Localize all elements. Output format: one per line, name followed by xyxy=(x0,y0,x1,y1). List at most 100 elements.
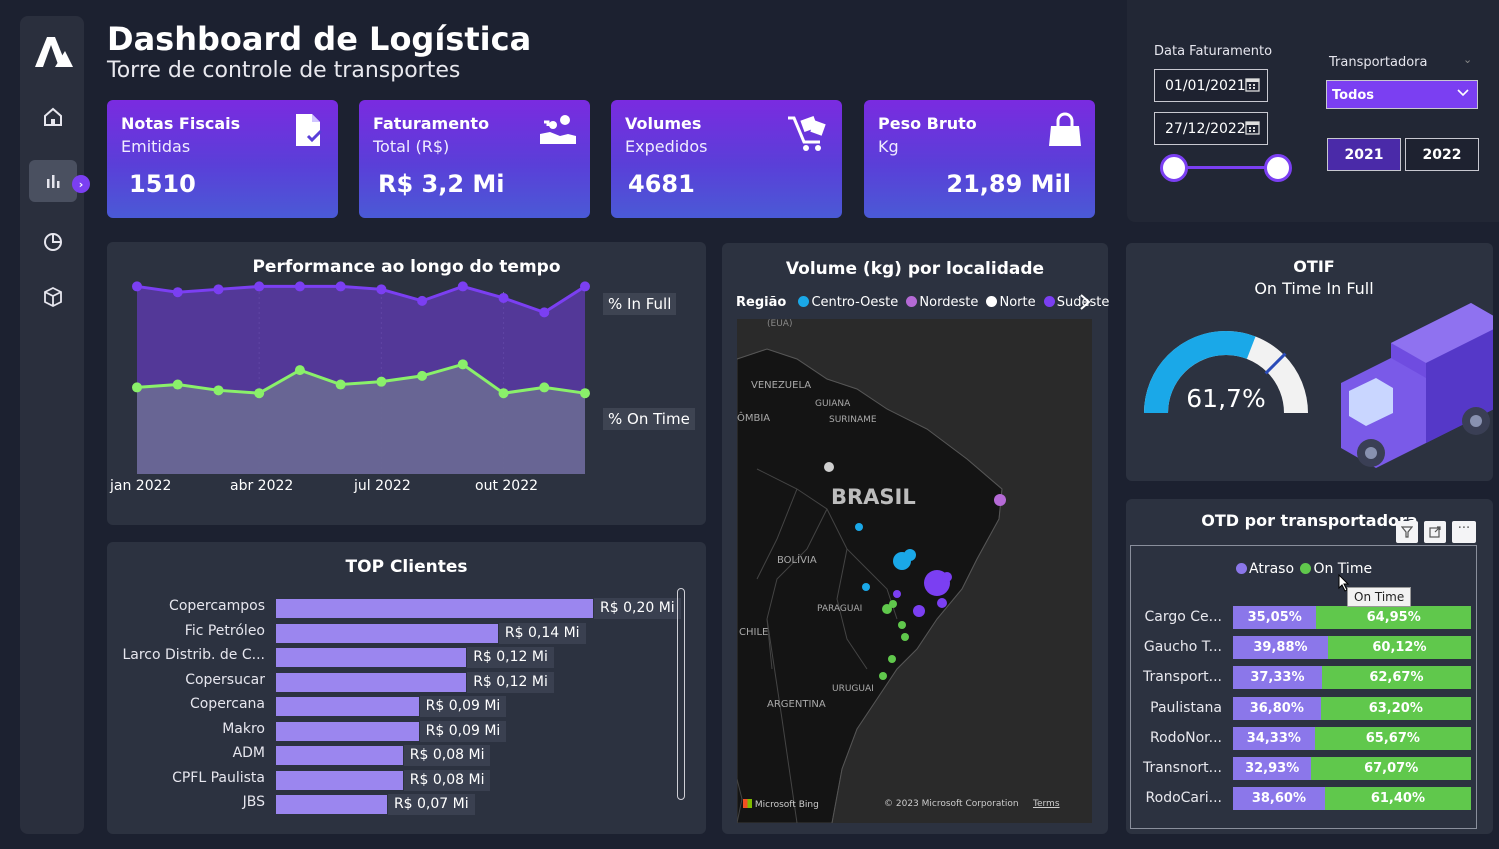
filter-panel: Data Faturamento 01/01/2021 27/12/2022 T… xyxy=(1127,0,1499,222)
atraso-bar[interactable]: 37,33% xyxy=(1233,666,1322,690)
pie-chart-icon[interactable] xyxy=(29,221,77,263)
carrier-name: Gaucho T... xyxy=(1143,639,1222,656)
kpi-card-notas: Notas Fiscais Emitidas 1510 xyxy=(107,100,338,218)
date-end-input[interactable]: 27/12/2022 xyxy=(1154,112,1268,145)
atraso-bar[interactable]: 38,60% xyxy=(1233,787,1325,811)
kpi-sublabel: Expedidos xyxy=(625,137,708,156)
map-canvas[interactable]: BRASIL VENEZUELA GUIANA SURINAME ÔMBIA (… xyxy=(737,319,1092,823)
carrier-select[interactable]: Todos xyxy=(1326,80,1478,109)
on-time-bar[interactable]: 60,12% xyxy=(1327,636,1471,660)
carrier-name: Cargo Ce... xyxy=(1144,609,1222,625)
data-point xyxy=(417,295,428,306)
map-label-colombia: ÔMBIA xyxy=(737,413,771,424)
sidebar: › xyxy=(20,16,90,834)
client-name: Copercampos xyxy=(169,598,265,614)
map-label-bolivia: BOLÍVIA xyxy=(777,555,817,566)
kpi-value: 4681 xyxy=(628,170,695,198)
legend-dot xyxy=(986,296,998,307)
data-point xyxy=(376,284,387,295)
on-time-bar[interactable]: 61,40% xyxy=(1324,787,1471,811)
home-icon[interactable] xyxy=(29,96,77,138)
year-button-2022[interactable]: 2022 xyxy=(1405,138,1479,171)
client-bar[interactable] xyxy=(276,697,419,716)
bing-label: Microsoft Bing xyxy=(754,800,819,810)
bar-chart-icon[interactable] xyxy=(29,160,77,202)
client-name: ADM xyxy=(232,745,265,761)
date-slider-end-handle[interactable] xyxy=(1264,154,1292,182)
map-legend-title: Região xyxy=(736,295,787,310)
kpi-sublabel: Kg xyxy=(878,137,899,156)
on-time-bar[interactable]: 62,67% xyxy=(1321,666,1471,690)
chevron-down-icon xyxy=(1455,84,1471,104)
calendar-icon[interactable] xyxy=(1245,120,1260,139)
map-label-suriname: SURINAME xyxy=(829,415,877,425)
microsoft-logo-icon xyxy=(743,799,752,808)
client-bar[interactable] xyxy=(276,648,467,667)
client-bar[interactable] xyxy=(276,795,387,814)
data-point xyxy=(498,292,509,303)
expand-arrow-icon[interactable]: › xyxy=(72,175,90,193)
date-end-value: 27/12/2022 xyxy=(1165,121,1246,137)
x-tick-label: jul 2022 xyxy=(354,478,411,494)
app-logo-icon[interactable] xyxy=(29,30,77,72)
client-value-label: R$ 0,09 Mi xyxy=(419,720,507,742)
client-value-label: R$ 0,12 Mi xyxy=(467,671,554,693)
map-label-paraguai: PARAGUAI xyxy=(817,604,863,614)
kpi-value: 1510 xyxy=(129,170,196,198)
on-time-bar[interactable]: 63,20% xyxy=(1320,696,1471,720)
on-time-bar[interactable]: 65,67% xyxy=(1314,726,1471,750)
client-bar[interactable] xyxy=(276,770,403,790)
legend-dot xyxy=(798,296,810,307)
client-bar[interactable] xyxy=(276,721,419,741)
client-name: Fic Petróleo xyxy=(184,622,265,639)
client-name: Copersucar xyxy=(185,671,265,688)
legend-centro-oeste: Centro-Oeste xyxy=(811,295,899,310)
top-clientes-panel: TOP Clientes Copercampos R$ 0,20 Mi Fic Pe… xyxy=(107,542,706,834)
carrier-select-value: Todos xyxy=(1332,88,1375,103)
top-clientes-chart: Copercampos R$ 0,20 Mi Fic Petróleo R$ 0,14… xyxy=(107,542,706,834)
date-slider-start-handle[interactable] xyxy=(1160,154,1188,182)
data-point xyxy=(580,281,590,292)
carrier-name: Transnort... xyxy=(1142,760,1222,776)
atraso-bar[interactable]: 39,88% xyxy=(1233,636,1328,660)
on-time-bar[interactable]: 67,07% xyxy=(1311,757,1471,780)
chevron-down-icon[interactable]: ⌄ xyxy=(1463,53,1472,66)
atraso-bar[interactable]: 32,93% xyxy=(1233,757,1312,780)
client-name: Makro xyxy=(222,720,265,737)
client-bar[interactable] xyxy=(276,623,498,643)
client-value-label: R$ 0,14 Mi xyxy=(498,622,586,644)
box-icon[interactable] xyxy=(29,276,77,318)
on-time-bar[interactable]: 64,95% xyxy=(1316,606,1471,629)
atraso-bar[interactable]: 34,33% xyxy=(1233,726,1315,750)
scrollbar[interactable] xyxy=(677,588,685,800)
kpi-card-faturamento: Faturamento Total (R$) R$ 3,2 Mi xyxy=(359,100,590,218)
map-terms-link[interactable]: Terms xyxy=(1033,799,1060,809)
map-label-venezuela: VENEZUELA xyxy=(751,380,812,391)
year-button-2021[interactable]: 2021 xyxy=(1327,138,1401,171)
x-tick-label: abr 2022 xyxy=(230,478,294,494)
calendar-icon[interactable] xyxy=(1245,77,1260,96)
client-value-label: R$ 0,07 Mi xyxy=(387,794,475,815)
atraso-bar[interactable]: 35,05% xyxy=(1233,606,1317,629)
map-copyright: © 2023 Microsoft Corporation xyxy=(884,799,1019,809)
date-start-value: 01/01/2021 xyxy=(1165,78,1246,94)
data-point xyxy=(213,385,224,396)
data-point xyxy=(539,382,550,393)
otif-value: 61,7% xyxy=(1186,384,1266,413)
client-name: JBS xyxy=(242,794,265,810)
data-point xyxy=(335,379,346,390)
client-bar[interactable] xyxy=(276,599,593,618)
date-filter-label: Data Faturamento xyxy=(1154,44,1273,59)
legend-next-arrow-icon[interactable] xyxy=(1079,293,1091,315)
atraso-bar[interactable]: 36,80% xyxy=(1233,696,1321,720)
otif-title: OTIF xyxy=(1293,257,1335,276)
date-start-input[interactable]: 01/01/2021 xyxy=(1154,69,1268,102)
client-bar[interactable] xyxy=(276,746,403,765)
map-label-brasil: BRASIL xyxy=(831,485,916,509)
invoice-icon xyxy=(290,112,326,152)
data-point xyxy=(254,388,265,399)
page-title: Dashboard de Logística xyxy=(107,20,532,58)
client-bar[interactable] xyxy=(276,672,467,692)
client-name: CPFL Paulista xyxy=(172,769,265,786)
carrier-name: Paulistana xyxy=(1150,699,1222,716)
